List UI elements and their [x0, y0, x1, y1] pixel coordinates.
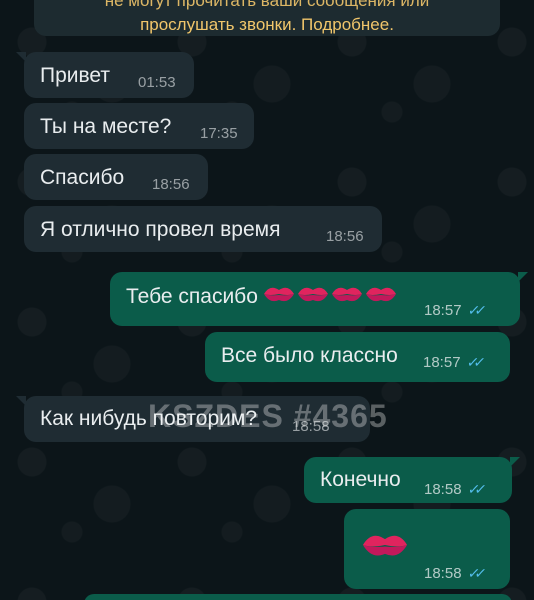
message-bubble-outgoing[interactable]: Тебе спасибо 18:57 ✓✓	[110, 272, 528, 326]
message-time: 18:57	[423, 354, 461, 371]
message-text: Ты на месте?	[40, 115, 172, 138]
encryption-notice[interactable]: не могут прочитать ваши сообщения или пр…	[34, 0, 500, 36]
bubble-tail	[518, 272, 528, 282]
message-time: 18:57	[424, 302, 462, 319]
message-bubble-incoming[interactable]: Я отлично провел время 18:56	[24, 206, 382, 252]
bubble-tail	[16, 52, 26, 62]
read-receipt-icon: ✓✓	[466, 302, 483, 318]
kiss-mark-icon	[362, 535, 408, 556]
kiss-mark-icon	[366, 288, 396, 302]
bubble-tail	[16, 396, 26, 406]
message-time: 18:58	[424, 565, 462, 582]
kiss-mark-icon	[332, 288, 362, 302]
kiss-mark-emoji-group	[262, 282, 398, 306]
message-bubble-outgoing-partial[interactable]	[84, 594, 512, 600]
message-bubble-outgoing[interactable]: 18:58 ✓✓	[344, 509, 510, 589]
read-receipt-icon: ✓✓	[466, 481, 483, 497]
message-bubble-incoming[interactable]: Привет 01:53	[16, 52, 194, 98]
watermark: KSZDES #4365	[148, 398, 388, 434]
message-meta: 18:58 ✓✓	[424, 565, 483, 582]
message-time: 17:35	[200, 125, 238, 142]
read-receipt-icon: ✓✓	[466, 565, 483, 581]
message-bubble-incoming[interactable]: Спасибо 18:56	[24, 154, 208, 200]
message-bubble-outgoing[interactable]: Все было классно 18:57 ✓✓	[205, 332, 510, 382]
read-receipt-icon: ✓✓	[465, 354, 482, 370]
message-bubble-incoming[interactable]: Ты на месте? 17:35	[24, 103, 254, 149]
message-text: Я отлично провел время	[40, 218, 281, 241]
kiss-mark-emoji-group	[360, 527, 410, 569]
bubble-tail	[510, 457, 520, 467]
message-meta: 18:57 ✓✓	[423, 354, 482, 371]
message-bubble-outgoing[interactable]: Конечно 18:58 ✓✓	[304, 457, 520, 503]
message-time: 18:58	[424, 481, 462, 498]
message-text: Все было классно	[221, 344, 398, 367]
encryption-notice-line1: не могут прочитать ваши сообщения или	[104, 0, 430, 10]
message-time: 01:53	[138, 74, 176, 91]
kiss-mark-icon	[298, 288, 328, 302]
message-meta: 18:57 ✓✓	[424, 302, 483, 319]
message-text: Спасибо	[40, 166, 125, 189]
message-time: 18:56	[152, 176, 190, 193]
message-time: 18:56	[326, 228, 364, 245]
message-text: Конечно	[320, 468, 401, 491]
kiss-mark-icon	[264, 288, 294, 302]
message-text: Привет	[40, 64, 111, 87]
encryption-notice-line2: прослушать звонки. Подробнее.	[140, 15, 394, 34]
message-meta: 18:58 ✓✓	[424, 481, 483, 498]
message-text: Тебе спасибо	[126, 285, 258, 308]
